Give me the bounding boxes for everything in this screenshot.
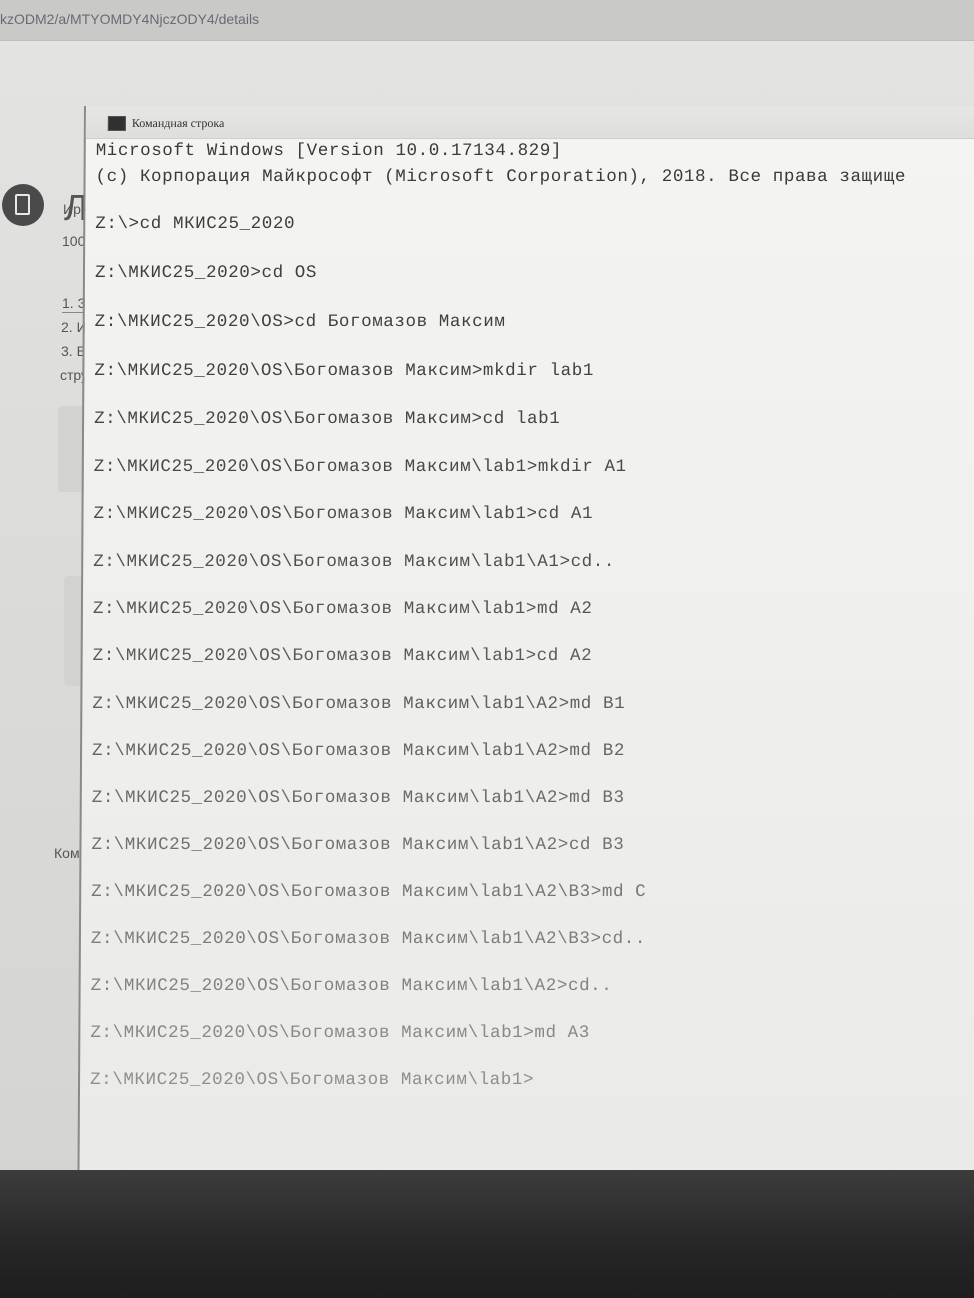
- cmd-line: Z:\МКИС25_2020\OS\Богомазов Максим\lab1>…: [92, 646, 593, 666]
- monitor-screen: kzODM2/a/MTYOMDY4NjczODY4/details Л Ири …: [0, 0, 974, 1215]
- cmd-line: Z:\МКИС25_2020\OS\Богомазов Максим\lab1>…: [93, 457, 627, 477]
- cmd-line: Z:\МКИС25_2020\OS\Богомазов Максим\lab1\…: [91, 741, 626, 761]
- comments-label: Ком: [54, 845, 80, 861]
- cmd-header-line: (c) Корпорация Майкрософт (Microsoft Cor…: [95, 167, 907, 187]
- cmd-line: Z:\МКИС25_2020\OS\Богомазов Максим\lab1\…: [91, 788, 625, 808]
- points-value: 100: [62, 233, 86, 249]
- cmd-line: Z:\МКИС25_2020\OS\Богомазов Максим\lab1\…: [90, 976, 613, 996]
- cmd-console-icon: [107, 116, 126, 131]
- cmd-header-line: Microsoft Windows [Version 10.0.17134.82…: [95, 141, 563, 161]
- cmd-line: Z:\МКИС25_2020\OS\Богомазов Максим\lab1\…: [91, 882, 647, 902]
- url-text[interactable]: kzODM2/a/MTYOMDY4NjczODY4/details: [0, 11, 259, 27]
- cmd-line: Z:\МКИС25_2020\OS\Богомазов Максим\lab1\…: [93, 552, 616, 572]
- cmd-line: Z:\МКИС25_2020\OS\Богомазов Максим>cd la…: [94, 409, 561, 429]
- cmd-window-title: Командная строка: [131, 116, 225, 130]
- cmd-line: Z:\МКИС25_2020\OS>cd Богомазов Максим: [94, 312, 506, 332]
- cmd-line: Z:\МКИС25_2020\OS\Богомазов Максим\lab1>…: [93, 504, 594, 524]
- cmd-titlebar[interactable]: Командная строка: [85, 106, 974, 139]
- cmd-line: Z:\МКИС25_2020\OS\Богомазов Максим\lab1>…: [92, 599, 593, 619]
- cmd-line: Z:\МКИС25_2020>cd OS: [94, 263, 318, 283]
- cmd-line: Z:\>cd МКИС25_2020: [95, 214, 296, 234]
- cmd-line: Z:\МКИС25_2020\OS\Богомазов Максим>mkdir…: [94, 361, 595, 381]
- cmd-line: Z:\МКИС25_2020\OS\Богомазов Максим\lab1\…: [90, 929, 647, 949]
- command-prompt-window[interactable]: Командная строка Microsoft Windows [Vers…: [77, 106, 974, 1171]
- cmd-line: Z:\МКИС25_2020\OS\Богомазов Максим\lab1>…: [90, 1023, 590, 1043]
- assignment-icon: [2, 184, 44, 226]
- cmd-line: Z:\МКИС25_2020\OS\Богомазов Максим\lab1\…: [92, 694, 626, 714]
- monitor-bezel: [0, 1170, 974, 1298]
- cmd-line: Z:\МКИС25_2020\OS\Богомазов Максим\lab1\…: [91, 835, 625, 855]
- browser-address-bar[interactable]: kzODM2/a/MTYOMDY4NjczODY4/details: [0, 0, 974, 41]
- cmd-prompt-line[interactable]: Z:\МКИС25_2020\OS\Богомазов Максим\lab1>: [90, 1070, 534, 1090]
